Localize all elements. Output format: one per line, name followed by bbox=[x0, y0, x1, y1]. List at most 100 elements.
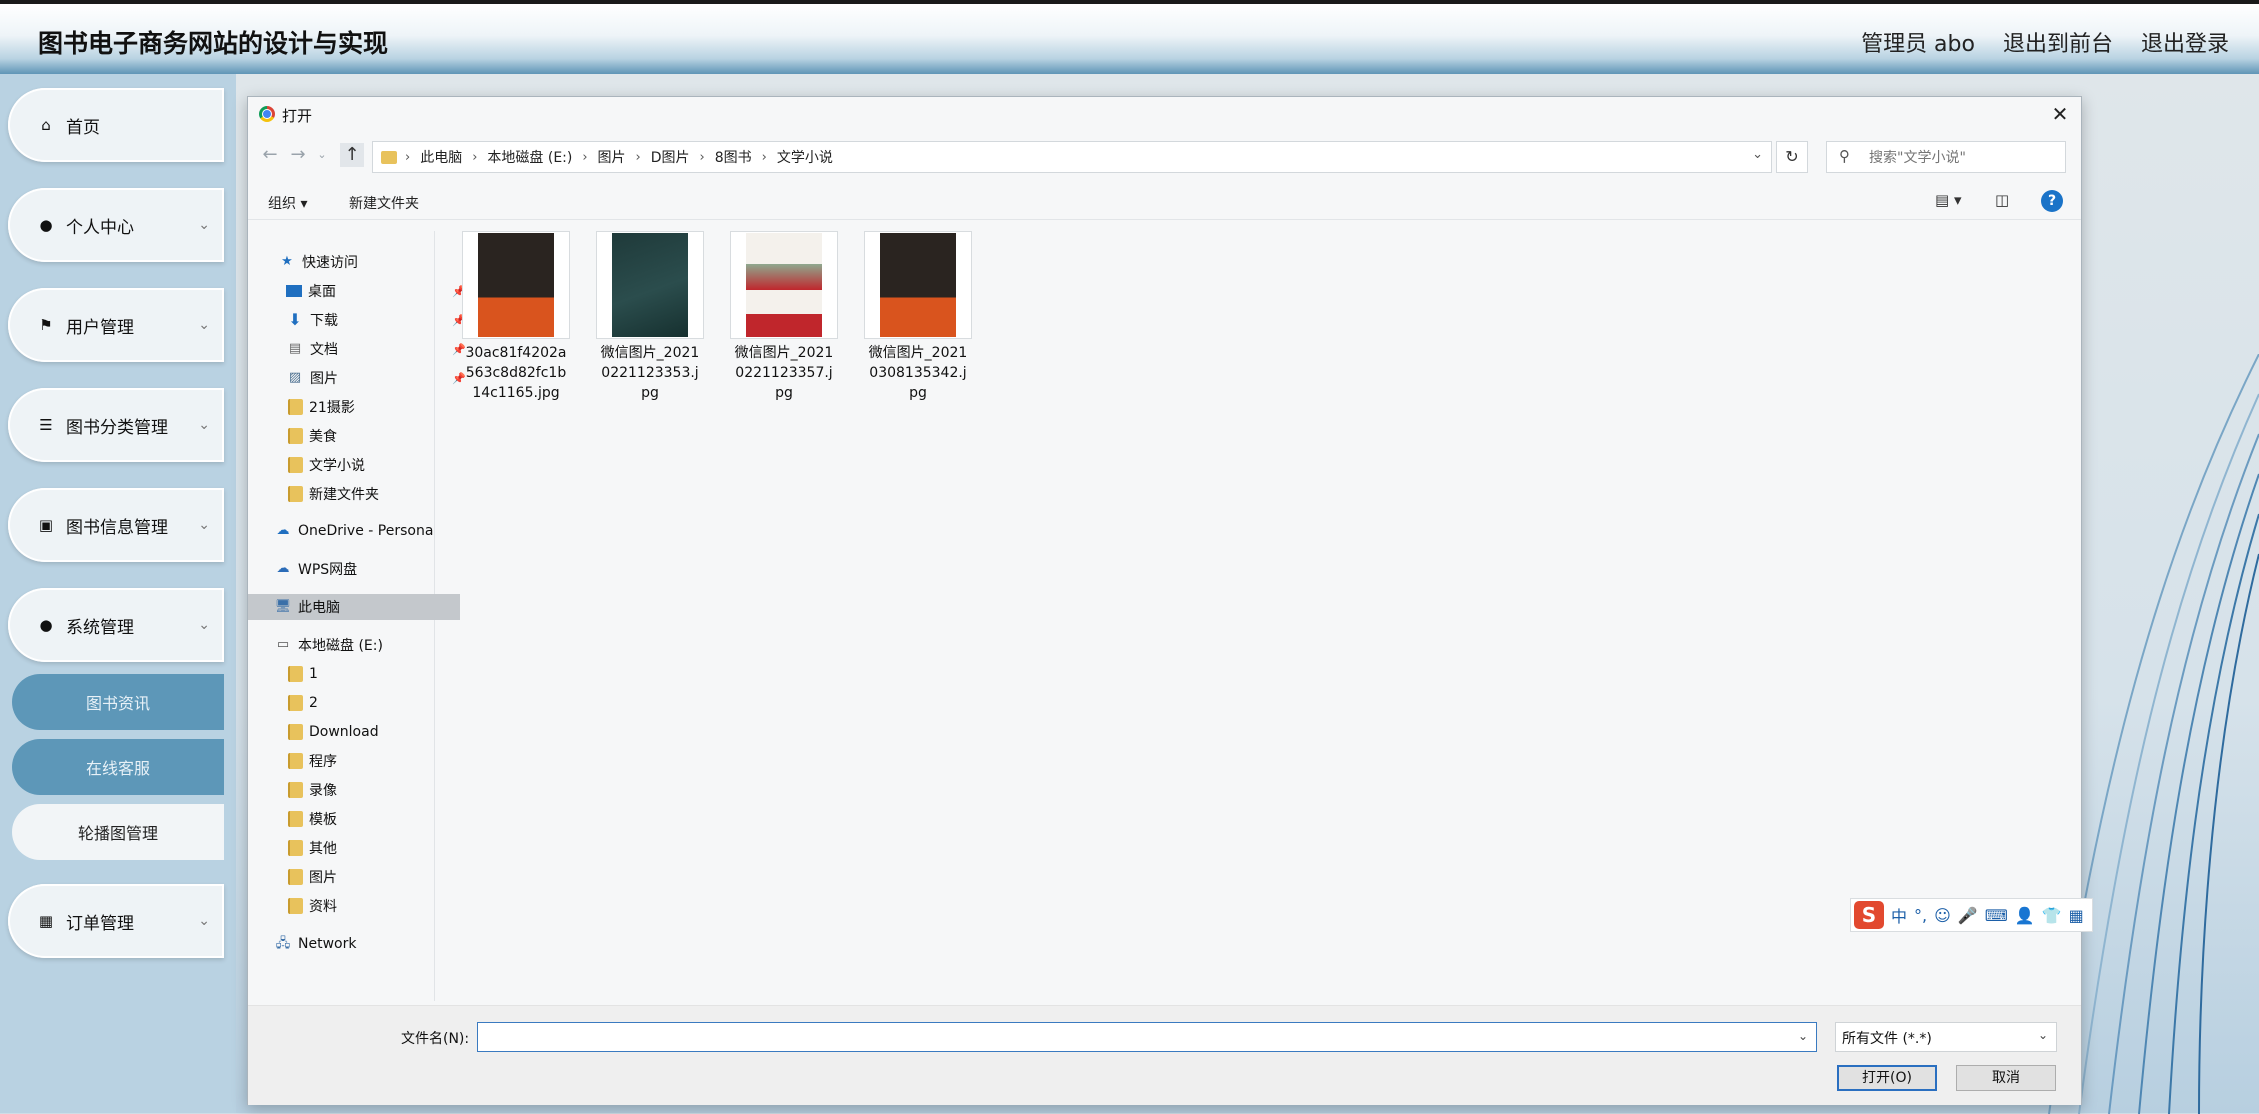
nav-folder-templates[interactable]: 模板 bbox=[248, 806, 474, 832]
sidebar-subitem-online-service[interactable]: 在线客服 bbox=[12, 739, 224, 795]
sidebar-item-category-management[interactable]: ☰ 图书分类管理 ⌄ bbox=[8, 388, 224, 462]
nav-label: 1 bbox=[309, 666, 318, 682]
nav-desktop[interactable]: 桌面 📌 bbox=[248, 278, 472, 304]
chevron-down-icon[interactable]: ⌄ bbox=[1798, 1029, 1808, 1043]
app-header: 图书电子商务网站的设计与实现 管理员 abo 退出到前台 退出登录 bbox=[0, 0, 2259, 74]
open-button[interactable]: 打开(O) bbox=[1837, 1065, 1937, 1091]
nav-label: 其他 bbox=[309, 841, 337, 857]
view-options-icon[interactable]: ▤ ▾ bbox=[1935, 191, 1961, 209]
new-folder-button[interactable]: 新建文件夹 bbox=[349, 193, 419, 213]
chinese-mode-icon[interactable]: 中 bbox=[1891, 903, 1907, 927]
organize-button[interactable]: 组织 ▾ bbox=[268, 193, 307, 213]
breadcrumb-local-disk[interactable]: 本地磁盘 (E:) bbox=[487, 147, 572, 167]
filename-input[interactable] bbox=[482, 1023, 1786, 1051]
nav-folder-new-folder[interactable]: 新建文件夹 bbox=[248, 481, 474, 507]
preview-pane-icon[interactable]: ◫ bbox=[1995, 191, 2009, 209]
desktop-icon bbox=[286, 285, 302, 297]
nav-label: 文学小说 bbox=[309, 458, 365, 474]
back-button[interactable]: ← bbox=[258, 143, 282, 167]
nav-folder-2[interactable]: 2 bbox=[248, 690, 474, 716]
breadcrumb-pictures[interactable]: 图片 bbox=[598, 147, 626, 167]
nav-folder-1[interactable]: 1 bbox=[248, 661, 474, 687]
nav-folder-recordings[interactable]: 录像 bbox=[248, 777, 474, 803]
sidebar-item-book-info-management[interactable]: ▣ 图书信息管理 ⌄ bbox=[8, 488, 224, 562]
punctuation-icon[interactable]: °, bbox=[1914, 906, 1927, 925]
breadcrumb-this-pc[interactable]: 此电脑 bbox=[420, 147, 462, 167]
folder-icon bbox=[288, 724, 303, 740]
skin-icon[interactable]: 👕 bbox=[2042, 906, 2062, 925]
nav-downloads[interactable]: ⬇ 下载 📌 bbox=[248, 307, 472, 333]
home-icon: ⌂ bbox=[41, 116, 51, 134]
nav-label: 下载 bbox=[310, 313, 338, 329]
nav-label: 图片 bbox=[309, 870, 337, 886]
address-bar[interactable]: › 此电脑 › 本地磁盘 (E:) › 图片 › D图片 › 8图书 › 文学小… bbox=[372, 141, 1772, 173]
go-frontend-link[interactable]: 退出到前台 bbox=[2003, 26, 2113, 58]
breadcrumb-d-pictures[interactable]: D图片 bbox=[651, 147, 690, 167]
folder-icon bbox=[288, 486, 303, 502]
file-item[interactable]: 微信图片_20210221123353.jpg bbox=[594, 231, 706, 403]
refresh-button[interactable]: ↻ bbox=[1776, 141, 1808, 173]
nav-folder-download[interactable]: Download bbox=[248, 719, 474, 745]
chat-icon: ▣ bbox=[38, 516, 54, 534]
keyboard-icon[interactable]: ⌨ bbox=[1985, 906, 2008, 925]
chevron-down-icon[interactable]: ⌄ bbox=[1752, 147, 1763, 162]
file-item[interactable]: 30ac81f4202a563c8d82fc1b14c1165.jpg bbox=[460, 231, 572, 403]
nav-folder-21photo[interactable]: 21摄影 bbox=[248, 394, 474, 420]
file-item[interactable]: 微信图片_20210221123357.jpg bbox=[728, 231, 840, 403]
forward-button[interactable]: → bbox=[286, 143, 310, 167]
nav-local-disk[interactable]: ▭ 本地磁盘 (E:) bbox=[248, 632, 460, 658]
nav-folder-programs[interactable]: 程序 bbox=[248, 748, 474, 774]
chevron-down-icon: ⌄ bbox=[2037, 1028, 2048, 1042]
logout-link[interactable]: 退出登录 bbox=[2141, 26, 2229, 58]
sidebar-subitem-carousel[interactable]: 轮播图管理 bbox=[12, 804, 224, 860]
search-input[interactable] bbox=[1867, 146, 2061, 170]
sidebar-item-label: 用户管理 bbox=[66, 317, 134, 338]
nav-onedrive[interactable]: ☁ OneDrive - Persona bbox=[248, 518, 460, 544]
nav-wps-cloud[interactable]: ☁ WPS网盘 bbox=[248, 556, 460, 582]
download-icon: ⬇ bbox=[288, 310, 302, 329]
up-button[interactable]: ↑ bbox=[340, 143, 364, 167]
nav-label: Download bbox=[309, 724, 379, 740]
sidebar-item-system-management[interactable]: ● 系统管理 ⌄ bbox=[8, 588, 224, 662]
user-icon: ● bbox=[39, 616, 53, 634]
cancel-button[interactable]: 取消 bbox=[1956, 1065, 2056, 1091]
breadcrumb-literature[interactable]: 文学小说 bbox=[777, 147, 833, 167]
sidebar-item-personal-center[interactable]: ● 个人中心 ⌄ bbox=[8, 188, 224, 262]
nav-folder-other[interactable]: 其他 bbox=[248, 835, 474, 861]
sidebar-subitem-book-news[interactable]: 图书资讯 bbox=[12, 674, 224, 730]
nav-folder-pictures[interactable]: 图片 bbox=[248, 864, 474, 890]
sogou-logo-icon[interactable]: S bbox=[1854, 901, 1884, 929]
nav-quick-access[interactable]: ★ 快速访问 bbox=[248, 249, 464, 275]
user-icon[interactable]: 👤 bbox=[2015, 906, 2035, 925]
folder-icon bbox=[288, 869, 303, 885]
nav-label: 21摄影 bbox=[309, 400, 355, 416]
book-cover-image bbox=[478, 233, 554, 337]
nav-this-pc[interactable]: 🖥 此电脑 bbox=[248, 594, 460, 620]
recent-locations-button[interactable]: ⌄ bbox=[310, 143, 334, 167]
sidebar-item-user-management[interactable]: ⚑ 用户管理 ⌄ bbox=[8, 288, 224, 362]
nav-folder-materials[interactable]: 资料 bbox=[248, 893, 474, 919]
help-icon[interactable]: ? bbox=[2041, 190, 2063, 212]
file-type-select[interactable]: 所有文件 (*.*) ⌄ bbox=[1835, 1022, 2057, 1052]
nav-network[interactable]: 🖧 Network bbox=[248, 931, 460, 957]
sidebar-item-order-management[interactable]: ▦ 订单管理 ⌄ bbox=[8, 884, 224, 958]
close-icon[interactable]: ✕ bbox=[2047, 101, 2073, 127]
cloud-icon: ☁ bbox=[276, 523, 290, 538]
chevron-down-icon: ⌄ bbox=[198, 617, 210, 633]
nav-label: 此电脑 bbox=[298, 600, 340, 616]
document-icon: ▤ bbox=[288, 341, 302, 356]
nav-folder-food[interactable]: 美食 bbox=[248, 423, 474, 449]
search-box[interactable]: ⚲ bbox=[1826, 141, 2066, 173]
filename-field[interactable]: ⌄ bbox=[477, 1022, 1817, 1052]
toolbox-icon[interactable]: ▦ bbox=[2069, 906, 2084, 925]
file-type-value: 所有文件 (*.*) bbox=[1842, 1031, 1932, 1047]
sidebar-item-home[interactable]: ⌂ 首页 bbox=[8, 88, 224, 162]
nav-pictures[interactable]: ▨ 图片 📌 bbox=[248, 365, 472, 391]
microphone-icon[interactable]: 🎤 bbox=[1958, 906, 1978, 925]
nav-folder-literature[interactable]: 文学小说 bbox=[248, 452, 474, 478]
emoji-icon[interactable]: ☺ bbox=[1934, 906, 1951, 925]
file-item[interactable]: 微信图片_20210308135342.jpg bbox=[862, 231, 974, 403]
breadcrumb-books[interactable]: 8图书 bbox=[715, 147, 752, 167]
admin-user-link[interactable]: 管理员 abo bbox=[1861, 26, 1975, 58]
nav-documents[interactable]: ▤ 文档 📌 bbox=[248, 336, 472, 362]
